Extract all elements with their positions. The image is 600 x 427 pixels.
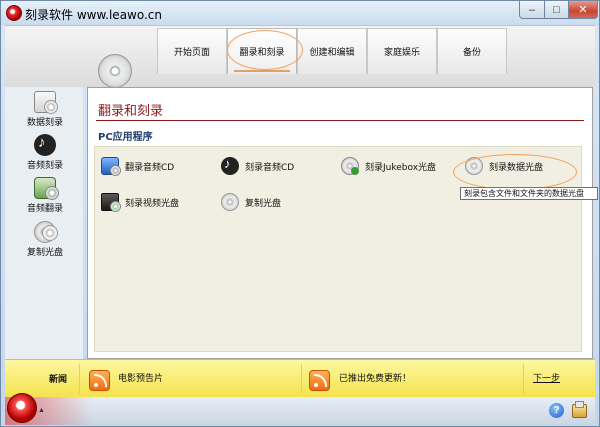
app-window: 刻录软件 www.leawo.cn – □ ✕ 开始页面 翻录和刻录 创建和编辑… bbox=[0, 0, 600, 427]
task-burn-video-disc[interactable]: 刻录视频光盘 bbox=[101, 191, 179, 213]
task-copy-disc[interactable]: 复制光盘 bbox=[221, 191, 281, 213]
section-title: PC应用程序 bbox=[98, 132, 153, 143]
copy-disc-icon bbox=[34, 221, 58, 243]
sidebar-item-label: 复制光盘 bbox=[26, 248, 63, 258]
task-rip-audio-cd[interactable]: 翻录音频CD bbox=[101, 155, 174, 177]
task-label: 刻录视频光盘 bbox=[125, 198, 180, 209]
audio-cd-rip-icon bbox=[101, 157, 121, 176]
task-label: 翻录音频CD bbox=[125, 162, 175, 173]
tab-home-entertainment[interactable]: 家庭娱乐 bbox=[367, 28, 437, 74]
sidebar: 数据刻录 音频刻录 音频翻录 复制光盘 bbox=[5, 87, 83, 359]
news-item-movie-trailers[interactable]: 电影预告片 bbox=[118, 371, 163, 384]
title-bar: 刻录软件 www.leawo.cn – □ ✕ bbox=[1, 1, 599, 25]
sidebar-item-label: 数据刻录 bbox=[26, 118, 63, 128]
title-divider bbox=[96, 120, 584, 121]
tab-home[interactable]: 开始页面 bbox=[157, 28, 227, 74]
main-tabs: 开始页面 翻录和刻录 创建和编辑 家庭娱乐 备份 bbox=[157, 28, 507, 74]
rss-icon[interactable] bbox=[309, 370, 330, 391]
news-label: 新闻 bbox=[49, 375, 68, 385]
menu-arrow-icon[interactable]: ▲ bbox=[38, 407, 45, 414]
close-button[interactable]: ✕ bbox=[568, 1, 598, 19]
sidebar-item-label: 音频翻录 bbox=[26, 204, 63, 214]
copy-disc-icon bbox=[221, 193, 239, 211]
tooltip: 刻录包含文件和文件夹的数据光盘 bbox=[460, 187, 598, 200]
music-note-icon bbox=[34, 134, 56, 156]
task-burn-audio-cd[interactable]: 刻录音频CD bbox=[221, 155, 294, 177]
app-menu-logo-icon[interactable] bbox=[7, 393, 37, 423]
bottom-bar: ▲ ? bbox=[5, 393, 595, 425]
task-burn-jukebox-disc[interactable]: 刻录Jukebox光盘 bbox=[341, 155, 436, 177]
sidebar-item-audio-burn[interactable]: 音频刻录 bbox=[15, 134, 75, 171]
minimize-button[interactable]: – bbox=[519, 1, 545, 19]
jukebox-disc-icon bbox=[341, 157, 359, 175]
news-item-free-update[interactable]: 已推出免费更新！ bbox=[339, 371, 411, 384]
music-note-icon bbox=[221, 156, 239, 175]
app-logo-icon bbox=[6, 5, 22, 21]
window-title: 刻录软件 www.leawo.cn bbox=[25, 8, 163, 22]
task-label: 刻录音频CD bbox=[245, 162, 295, 173]
next-link[interactable]: 下一步 bbox=[533, 371, 560, 384]
settings-icon[interactable] bbox=[572, 401, 587, 418]
disc-logo-icon[interactable] bbox=[98, 54, 132, 88]
help-icon[interactable]: ? bbox=[549, 403, 564, 418]
sidebar-item-data-burn[interactable]: 数据刻录 bbox=[15, 91, 75, 128]
task-label: 刻录Jukebox光盘 bbox=[365, 162, 437, 173]
news-bar: 新闻 电影预告片 已推出免费更新！ 下一步 bbox=[5, 359, 595, 397]
tab-create-and-edit[interactable]: 创建和编辑 bbox=[297, 28, 367, 74]
maximize-button[interactable]: □ bbox=[544, 1, 569, 19]
top-navigation-area: 开始页面 翻录和刻录 创建和编辑 家庭娱乐 备份 bbox=[5, 25, 595, 88]
tab-backup[interactable]: 备份 bbox=[437, 28, 507, 74]
rss-icon[interactable] bbox=[89, 370, 110, 391]
sidebar-item-audio-rip[interactable]: 音频翻录 bbox=[15, 177, 75, 214]
news-divider bbox=[301, 364, 302, 394]
sidebar-item-label: 音频刻录 bbox=[26, 161, 63, 171]
task-highlight-annotation bbox=[453, 154, 577, 190]
news-divider bbox=[523, 364, 524, 394]
sidebar-item-copy-disc[interactable]: 复制光盘 bbox=[15, 221, 75, 258]
page-title: 翻录和刻录 bbox=[98, 104, 164, 119]
main-panel: 翻录和刻录 PC应用程序 翻录音频CD 刻录音频CD 刻录Jukebox光盘 刻… bbox=[87, 87, 593, 359]
rip-icon bbox=[34, 177, 59, 200]
video-disc-icon bbox=[101, 193, 121, 212]
task-label: 复制光盘 bbox=[245, 198, 282, 209]
tab-highlight-annotation bbox=[227, 30, 303, 70]
news-divider bbox=[79, 364, 80, 394]
data-disc-icon bbox=[34, 91, 58, 114]
